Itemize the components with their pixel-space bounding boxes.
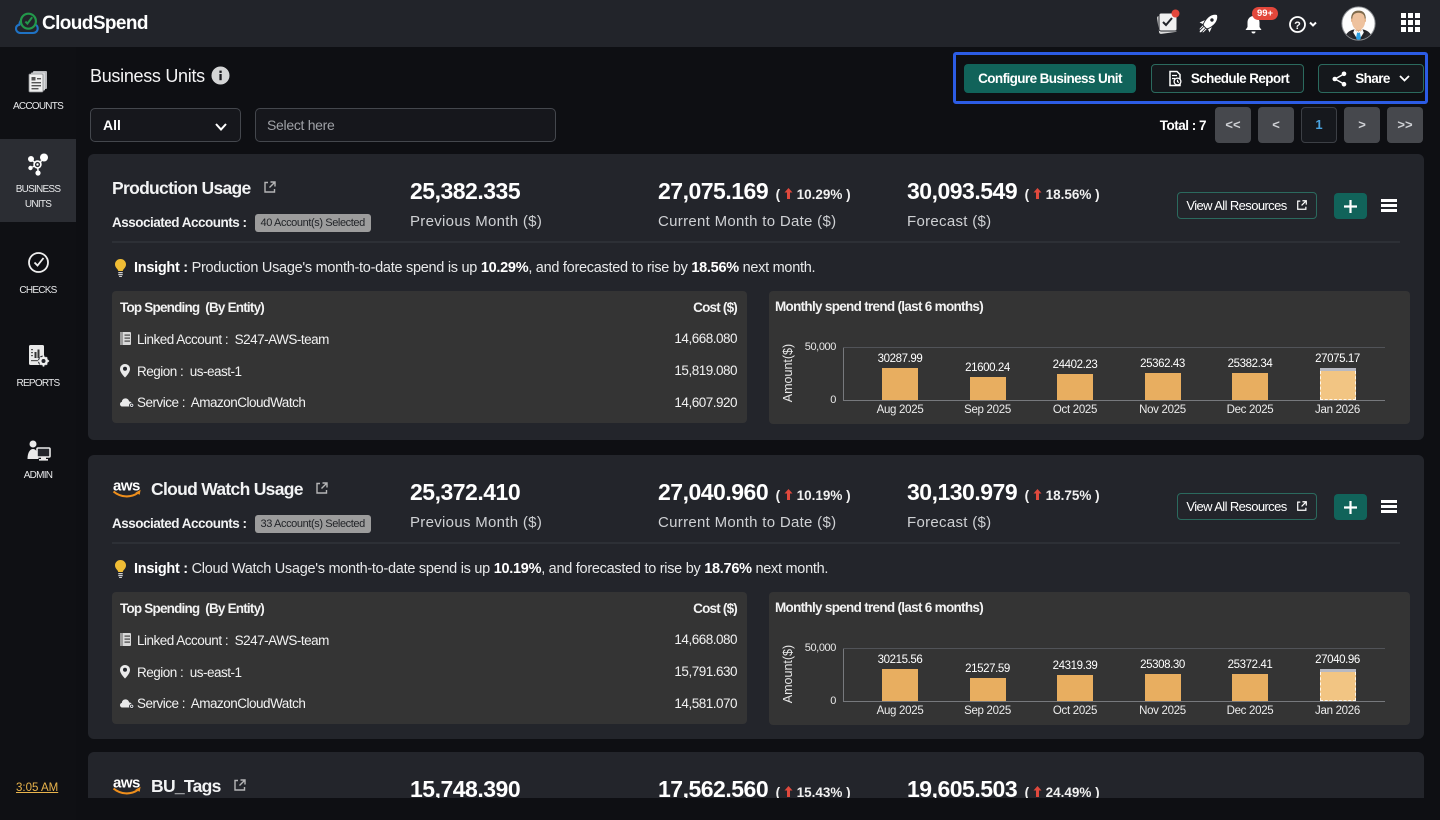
svg-text:aws: aws <box>113 775 140 792</box>
svg-text:aws: aws <box>113 478 140 495</box>
svg-text:?: ? <box>1294 20 1301 32</box>
